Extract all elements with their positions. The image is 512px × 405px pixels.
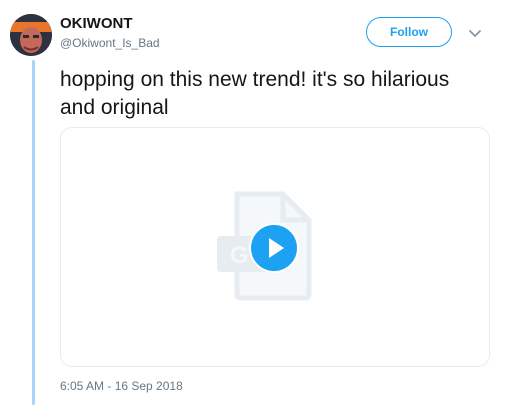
username-handle[interactable]: @Okiwont_Is_Bad — [60, 36, 160, 50]
avatar[interactable] — [10, 14, 52, 56]
svg-text:G: G — [230, 242, 249, 269]
avatar-icon — [10, 14, 52, 56]
play-icon — [269, 238, 284, 258]
thread-line — [32, 60, 35, 405]
chevron-down-icon[interactable] — [467, 25, 483, 41]
play-button[interactable] — [249, 223, 299, 273]
follow-button[interactable]: Follow — [366, 17, 452, 47]
tweet-text: hopping on this new trend! it's so hilar… — [60, 68, 450, 119]
display-name[interactable]: OKIWONT — [60, 15, 133, 32]
timestamp[interactable]: 6:05 AM - 16 Sep 2018 — [60, 379, 183, 393]
